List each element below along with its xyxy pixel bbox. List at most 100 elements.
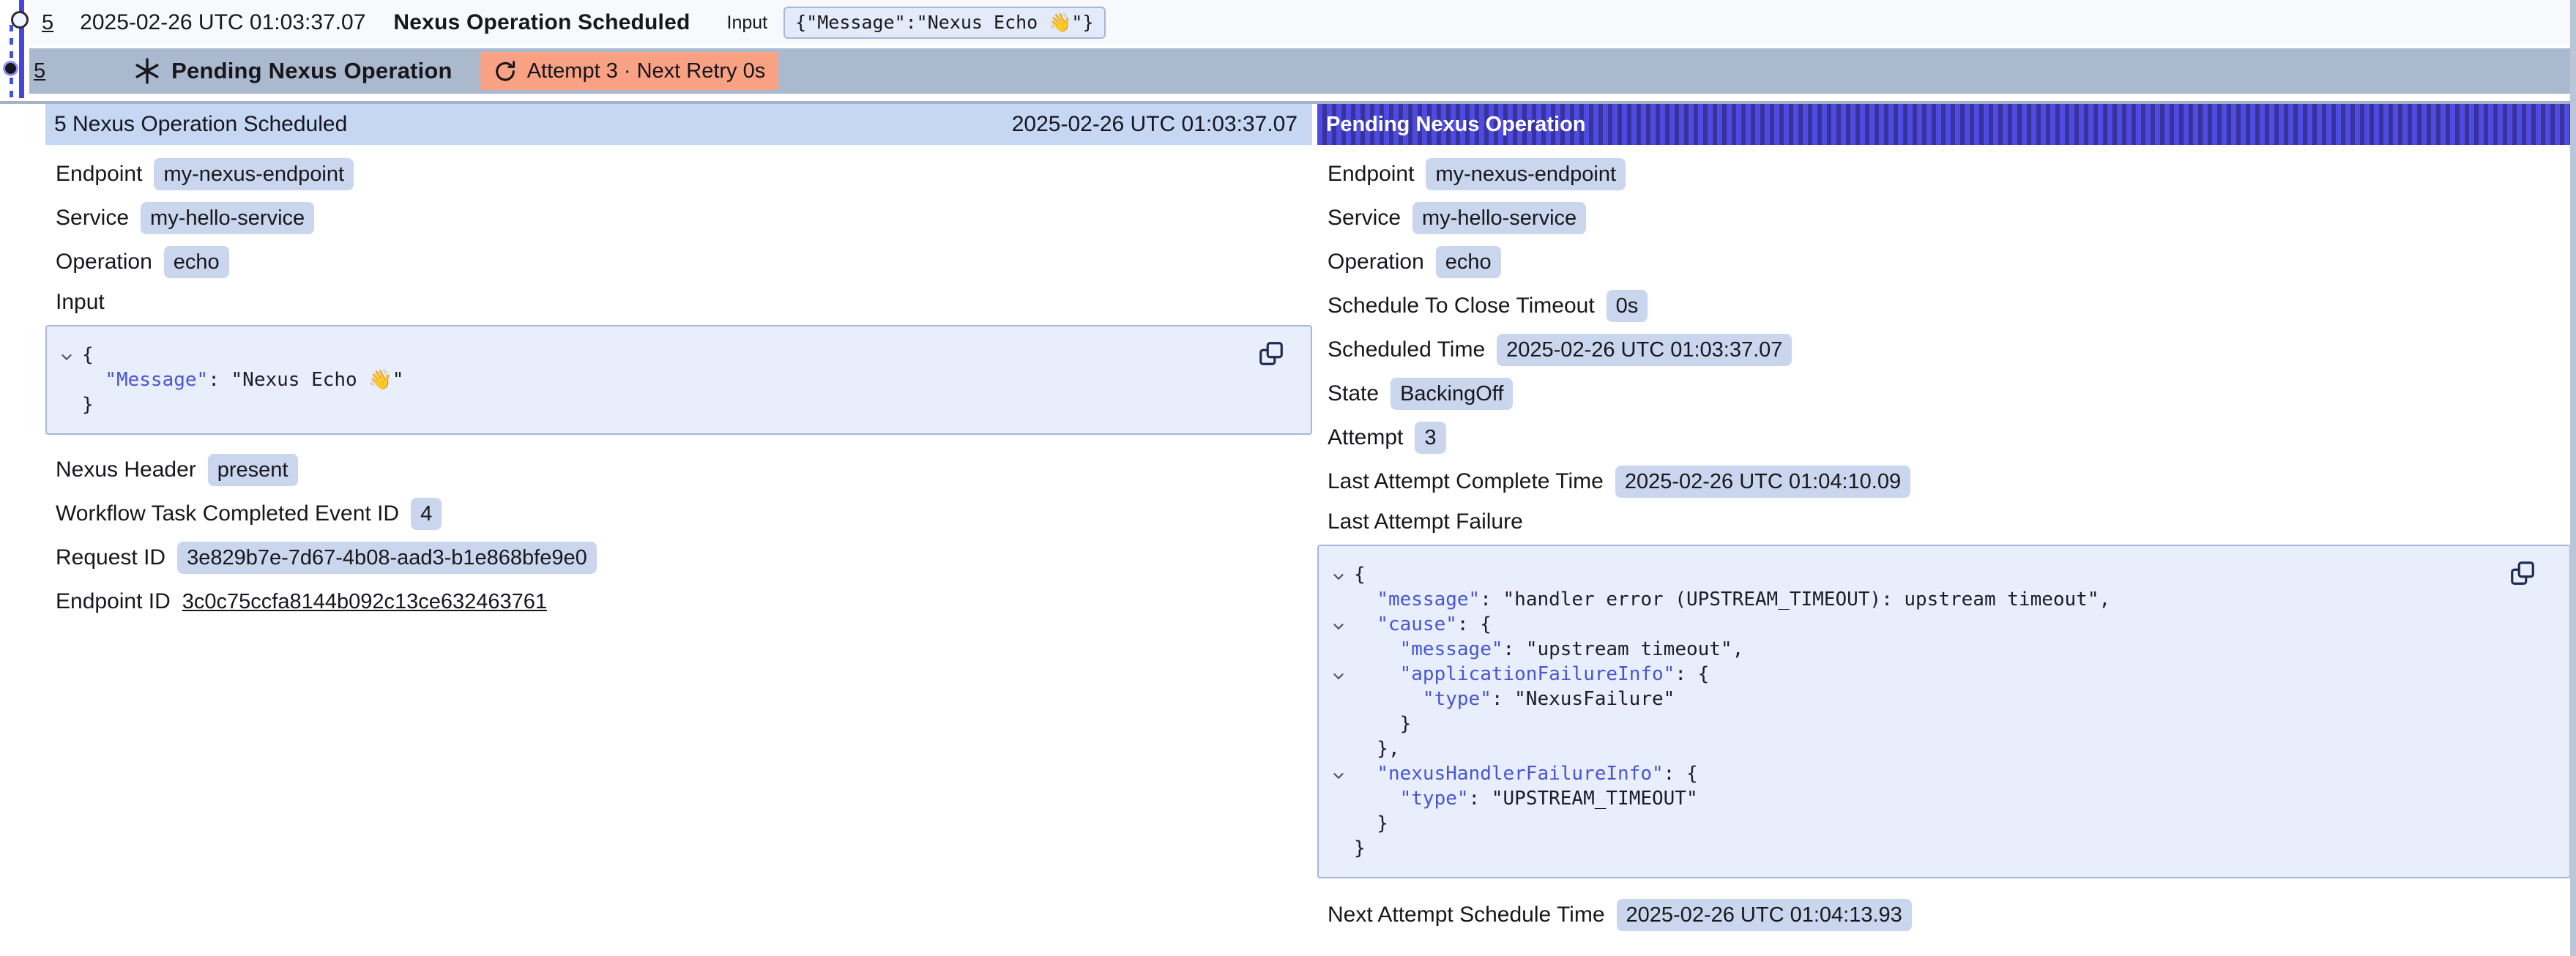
field-row-operation: Operationecho [56,246,1312,278]
field-label: Endpoint [56,162,142,187]
pending-operation-header-title: Pending Nexus Operation [1326,113,1586,137]
event-detail-fields-top: Endpoint my-nexus-endpoint Servicemy-hello… [45,158,1312,278]
collapse-chevron-icon[interactable] [59,347,75,363]
field-label: Schedule To Close Timeout [1328,294,1595,318]
event-row-pending[interactable]: 5 Pending Nexus Operation Attempt 3 · Ne… [29,48,2570,94]
field-label: Operation [1328,250,1424,275]
event-marker-icon[interactable] [11,11,29,29]
field-label: Nexus Header [56,458,196,482]
field-value-badge: my-hello-service [1412,202,1586,234]
event-title: Nexus Operation Scheduled [393,10,690,35]
field-value-badge: 2025-02-26 UTC 01:03:37.07 [1497,334,1792,366]
code-line: "nexusHandlerFailureInfo": { [1329,761,2518,786]
field-row-attempt: Attempt 3 [1328,422,2571,454]
field-label: Scheduled Time [1328,337,1485,362]
field-row-state: StateBackingOff [1328,378,2571,410]
code-line-text: "applicationFailureInfo": { [1354,663,1709,685]
code-line-text: "message": "upstream timeout", [1354,638,1743,660]
failure-section-label: Last Attempt Failure [1328,509,2571,534]
field-row-schedule-to-close-timeout: Schedule To Close Timeout 0s [1328,290,2571,322]
collapse-chevron-icon[interactable] [1330,666,1347,682]
field-label: Service [1328,206,1401,231]
code-line: { [57,343,1259,367]
field-label: Next Attempt Schedule Time [1328,903,1605,927]
code-line-text: } [1354,837,1366,859]
field-row-endpoint: Endpoint my-nexus-endpoint [1328,158,2571,190]
code-line: "cause": { [1329,612,2518,637]
field-label: Workflow Task Completed Event ID [56,501,399,526]
field-value-badge: echo [1436,246,1501,278]
field-label: State [1328,381,1379,406]
field-row-scheduled-time: Scheduled Time 2025-02-26 UTC 01:03:37.07 [1328,334,2571,366]
retry-attempt-badge: Attempt 3 · Next Retry 0s [480,52,779,90]
event-row-scheduled[interactable]: 5 2025-02-26 UTC 01:03:37.07 Nexus Opera… [29,0,2570,45]
code-line: "Message": "Nexus Echo 👋" [57,367,1259,392]
field-row-operation: Operation echo [1328,246,2571,278]
field-value-badge: 3 [1415,422,1445,454]
code-line-text: "cause": { [1354,613,1492,635]
failure-json-block: { "message": "handler error (UPSTREAM_TI… [1317,545,2571,878]
field-value-badge: my-nexus-endpoint [1426,158,1626,190]
field-row-nexus-header: Nexus Headerpresent [56,454,1312,486]
field-label: Last Attempt Complete Time [1328,469,1604,494]
event-detail-header-time: 2025-02-26 UTC 01:03:37.07 [1012,112,1298,137]
code-line-text: "type": "NexusFailure" [1354,688,1675,710]
field-value-link[interactable]: 3c0c75ccfa8144b092c13ce632463761 [182,590,547,614]
code-line-text: } [1354,813,1388,834]
failure-json-lines: { "message": "handler error (UPSTREAM_TI… [1329,562,2518,861]
event-detail-fields-bottom: Nexus Headerpresent Workflow Task Complet… [45,454,1312,618]
collapse-chevron-icon[interactable] [1330,567,1347,583]
code-line: }, [1329,736,2518,761]
retry-badge-label: Attempt 3 · Next Retry 0s [527,59,766,83]
code-line-text: } [1354,713,1411,735]
code-line: "type": "NexusFailure" [1329,687,2518,712]
collapse-chevron-icon[interactable] [1330,616,1347,632]
scrollbar[interactable] [2570,0,2576,956]
field-row-request-id: Request ID3e829b7e-7d67-4b08-aad3-b1e868… [56,542,1312,574]
code-line-text: } [82,394,94,416]
field-row-workflow-task-completed-event-id: Workflow Task Completed Event ID 4 [56,498,1312,530]
pending-fields-bottom: Next Attempt Schedule Time 2025-02-26 UTC… [1317,899,2571,931]
code-line-text: { [82,344,94,366]
code-line: } [57,392,1259,417]
field-label: Endpoint [1328,162,1414,187]
field-value-badge: my-nexus-endpoint [154,158,354,190]
field-label: Attempt [1328,425,1403,450]
field-row-last-attempt-complete-time: Last Attempt Complete Time 2025-02-26 UTC… [1328,466,2571,498]
event-time: 2025-02-26 UTC 01:03:37.07 [80,10,365,35]
current-event-marker-icon[interactable] [3,61,18,76]
field-value-badge: 2025-02-26 UTC 01:04:13.93 [1617,899,1912,931]
field-value-badge: 0s [1607,290,1648,322]
field-value-badge: 4 [411,498,442,530]
field-row-next-attempt-schedule-time: Next Attempt Schedule Time 2025-02-26 UTC… [1328,899,2571,931]
code-line: "applicationFailureInfo": { [1329,662,2518,687]
field-label: Endpoint ID [56,589,171,614]
retry-icon [494,59,517,83]
pending-title: Pending Nexus Operation [171,58,453,84]
event-id-link[interactable]: 5 [42,11,53,35]
field-value-badge: echo [164,246,229,278]
code-line-text: "Message": "Nexus Echo 👋" [82,369,403,391]
pending-id-link[interactable]: 5 [34,59,45,83]
pending-operation-header: Pending Nexus Operation [1317,104,2571,145]
field-row-service: Servicemy-hello-service [56,202,1312,234]
event-input-chip: {"Message":"Nexus Echo 👋"} [783,7,1105,39]
pending-operation-panel: Pending Nexus Operation Endpoint my-nexus… [1317,104,2571,943]
copy-icon[interactable] [1257,340,1286,369]
field-value-badge: 2025-02-26 UTC 01:04:10.09 [1615,466,1910,498]
collapse-chevron-icon[interactable] [1330,766,1347,782]
event-detail-header: 5 Nexus Operation Scheduled 2025-02-26 U… [45,104,1312,145]
code-line-text: "type": "UPSTREAM_TIMEOUT" [1354,788,1698,810]
code-line: { [1329,562,2518,587]
field-row-service: Service my-hello-service [1328,202,2571,234]
field-row-endpoint-id: Endpoint ID 3c0c75ccfa8144b092c13ce632463… [56,586,1312,618]
code-line: "message": "handler error (UPSTREAM_TIME… [1329,587,2518,612]
code-line: "type": "UPSTREAM_TIMEOUT" [1329,786,2518,811]
event-input-label: Input [727,12,768,34]
code-line-text: { [1354,564,1366,586]
code-line-text: }, [1354,738,1400,760]
input-json-block: { "Message": "Nexus Echo 👋"} [45,325,1312,435]
event-detail-panel: 5 Nexus Operation Scheduled 2025-02-26 U… [45,104,1312,630]
input-json-lines: { "Message": "Nexus Echo 👋"} [57,343,1259,417]
event-detail-header-title: 5 Nexus Operation Scheduled [54,112,347,137]
